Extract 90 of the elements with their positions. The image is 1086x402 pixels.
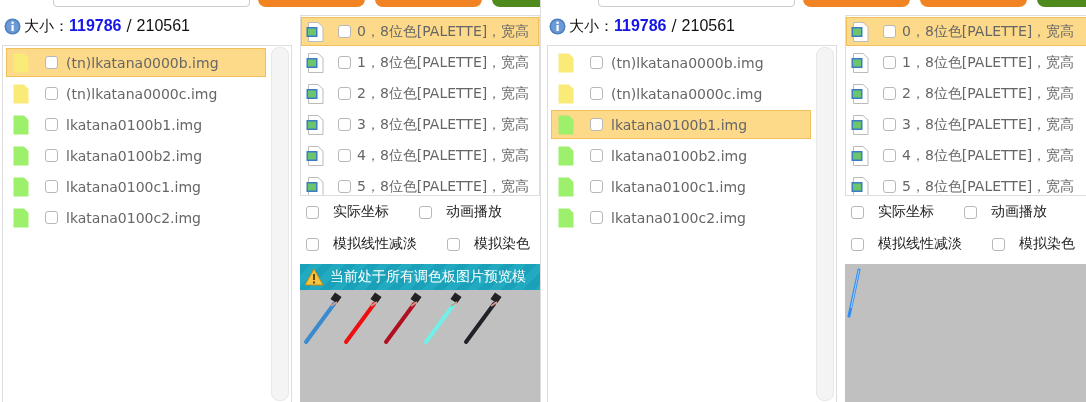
size-value: 119786 xyxy=(69,17,122,35)
frame-list-item[interactable]: 5，8位色[PALETTE]，宽高 xyxy=(301,172,539,195)
frame-list-item[interactable]: 4，8位色[PALETTE]，宽高 xyxy=(301,141,539,170)
file-list-item[interactable]: lkatana0100c1.img xyxy=(551,172,811,201)
scrollbar[interactable] xyxy=(271,47,289,401)
file-list-item[interactable]: lkatana0100b1.img xyxy=(551,110,811,139)
checkbox[interactable] xyxy=(306,205,319,219)
image-file-icon xyxy=(306,114,324,135)
checkbox[interactable] xyxy=(851,205,864,219)
checkbox[interactable] xyxy=(590,87,603,100)
checkbox[interactable] xyxy=(590,211,603,224)
option-checkbox[interactable]: 模拟染色 xyxy=(986,235,1075,253)
image-file-icon xyxy=(306,145,324,166)
info-icon xyxy=(549,17,566,35)
frame-list-item[interactable]: 1，8位色[PALETTE]，宽高 xyxy=(301,48,539,77)
frame-list-item[interactable]: 5，8位色[PALETTE]，宽高 xyxy=(846,172,1086,195)
checkbox[interactable] xyxy=(590,180,603,193)
checkbox[interactable] xyxy=(419,205,432,219)
option-checkbox[interactable]: 模拟染色 xyxy=(441,235,530,253)
info-icon xyxy=(4,17,21,35)
size-value: 119786 xyxy=(614,17,667,35)
checkbox[interactable] xyxy=(590,56,603,69)
file-list-item[interactable]: lkatana0100b2.img xyxy=(551,141,811,170)
file-list-item[interactable]: (tn)lkatana0000c.img xyxy=(6,79,266,108)
frame-list-item[interactable]: 3，8位色[PALETTE]，宽高 xyxy=(301,110,539,139)
file-list-item[interactable]: lkatana0100c2.img xyxy=(6,203,266,232)
checkbox[interactable] xyxy=(883,149,896,162)
checkbox[interactable] xyxy=(45,118,58,131)
separator-text: / xyxy=(671,17,677,35)
checkbox[interactable] xyxy=(590,118,603,131)
option-checkbox[interactable]: 模拟线性减淡 xyxy=(845,235,962,253)
file-list-item[interactable]: lkatana0100c2.img xyxy=(551,203,811,232)
image-file-icon xyxy=(306,52,324,73)
image-file-icon xyxy=(306,21,324,42)
frame-list-item[interactable]: 2，8位色[PALETTE]，宽高 xyxy=(846,79,1086,108)
frame-list-item[interactable]: 3，8位色[PALETTE]，宽高 xyxy=(846,110,1086,139)
checkbox[interactable] xyxy=(447,237,460,251)
checkbox[interactable] xyxy=(964,205,977,219)
size-label: 大小： xyxy=(569,16,614,36)
option-checkbox[interactable]: 实际坐标 xyxy=(300,203,389,221)
file-list-item[interactable]: lkatana0100b2.img xyxy=(6,141,266,170)
size-total: 210561 xyxy=(136,17,190,35)
checkbox[interactable] xyxy=(338,56,351,69)
option-checkbox[interactable]: 模拟线性减淡 xyxy=(300,235,417,253)
size-total: 210561 xyxy=(681,17,735,35)
notice-banner: 当前处于所有调色板图片预览模 xyxy=(300,264,540,290)
image-file-icon xyxy=(851,176,869,195)
size-label: 大小： xyxy=(24,16,69,36)
frame-list-item[interactable]: 1，8位色[PALETTE]，宽高 xyxy=(846,48,1086,77)
scrollbar[interactable] xyxy=(816,47,834,401)
image-file-icon xyxy=(851,145,869,166)
checkbox[interactable] xyxy=(338,149,351,162)
separator-text: / xyxy=(126,17,132,35)
checkbox[interactable] xyxy=(45,56,58,69)
checkbox[interactable] xyxy=(338,25,351,38)
checkbox[interactable] xyxy=(338,180,351,193)
image-file-icon xyxy=(851,21,869,42)
checkbox[interactable] xyxy=(338,87,351,100)
file-list-item[interactable]: lkatana0100b1.img xyxy=(6,110,266,139)
checkbox[interactable] xyxy=(883,180,896,193)
checkbox[interactable] xyxy=(338,118,351,131)
checkbox[interactable] xyxy=(45,211,58,224)
file-list-item[interactable]: lkatana0100c1.img xyxy=(6,172,266,201)
frame-list-item[interactable]: 4，8位色[PALETTE]，宽高 xyxy=(846,141,1086,170)
frame-list-item[interactable]: 0，8位色[PALETTE]，宽高 xyxy=(301,17,539,46)
checkbox[interactable] xyxy=(883,87,896,100)
option-checkbox[interactable]: 动画播放 xyxy=(413,203,502,221)
frame-list-item[interactable]: 2，8位色[PALETTE]，宽高 xyxy=(301,79,539,108)
image-file-icon xyxy=(306,176,324,195)
file-list-item[interactable]: (tn)lkatana0000b.img xyxy=(551,48,811,77)
checkbox[interactable] xyxy=(851,237,864,251)
checkbox[interactable] xyxy=(45,180,58,193)
checkbox[interactable] xyxy=(306,237,319,251)
checkbox[interactable] xyxy=(992,237,1005,251)
checkbox[interactable] xyxy=(45,149,58,162)
warning-icon xyxy=(304,268,324,286)
frame-list-item[interactable]: 0，8位色[PALETTE]，宽高 xyxy=(846,17,1086,46)
file-list-item[interactable]: (tn)lkatana0000b.img xyxy=(6,48,266,77)
checkbox[interactable] xyxy=(45,87,58,100)
image-file-icon xyxy=(306,83,324,104)
checkbox[interactable] xyxy=(883,56,896,69)
image-file-icon xyxy=(851,52,869,73)
option-checkbox[interactable]: 实际坐标 xyxy=(845,203,934,221)
checkbox[interactable] xyxy=(883,118,896,131)
checkbox[interactable] xyxy=(883,25,896,38)
option-checkbox[interactable]: 动画播放 xyxy=(958,203,1047,221)
image-file-icon xyxy=(851,83,869,104)
file-list-item[interactable]: (tn)lkatana0000c.img xyxy=(551,79,811,108)
checkbox[interactable] xyxy=(590,149,603,162)
image-file-icon xyxy=(851,114,869,135)
